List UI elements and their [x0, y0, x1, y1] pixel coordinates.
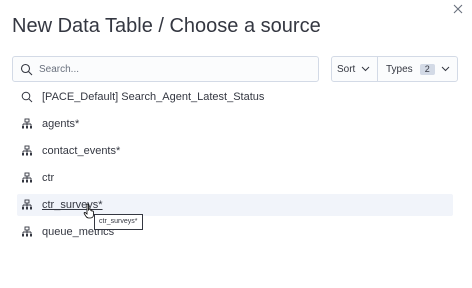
- close-icon[interactable]: [452, 3, 464, 15]
- source-item-label: [PACE_Default] Search_Agent_Latest_Statu…: [42, 91, 265, 103]
- index-pattern-icon: [22, 226, 32, 237]
- source-item-saved-search[interactable]: [PACE_Default] Search_Agent_Latest_Statu…: [17, 86, 453, 108]
- index-pattern-icon: [22, 172, 32, 183]
- search-input[interactable]: [39, 57, 309, 81]
- search-icon: [21, 91, 33, 103]
- tooltip: ctr_surveys*: [94, 214, 143, 230]
- search-field[interactable]: [12, 56, 319, 82]
- types-label: Types: [386, 63, 413, 75]
- sort-label: Sort: [337, 63, 356, 75]
- source-item-contact-events[interactable]: contact_events*: [17, 140, 453, 162]
- index-pattern-icon: [22, 199, 32, 210]
- source-item-label: contact_events*: [42, 145, 121, 157]
- chevron-down-icon: [441, 66, 450, 72]
- chevron-down-icon: [361, 66, 370, 72]
- source-item-queue-metrics[interactable]: queue_metrics: [17, 221, 453, 243]
- source-item-ctr[interactable]: ctr: [17, 167, 453, 189]
- source-list: [PACE_Default] Search_Agent_Latest_Statu…: [17, 86, 453, 248]
- search-icon: [20, 63, 33, 76]
- sort-button[interactable]: Sort: [332, 57, 378, 81]
- source-item-label: agents*: [42, 118, 80, 130]
- types-count-badge: 2: [419, 63, 435, 75]
- source-item-agents[interactable]: agents*: [17, 113, 453, 135]
- index-pattern-icon: [22, 118, 32, 129]
- source-item-label: ctr: [42, 172, 55, 184]
- types-button[interactable]: Types 2: [378, 57, 457, 81]
- index-pattern-icon: [22, 145, 32, 156]
- dialog-title: New Data Table / Choose a source: [12, 15, 321, 37]
- filter-group: Sort Types 2: [331, 56, 458, 82]
